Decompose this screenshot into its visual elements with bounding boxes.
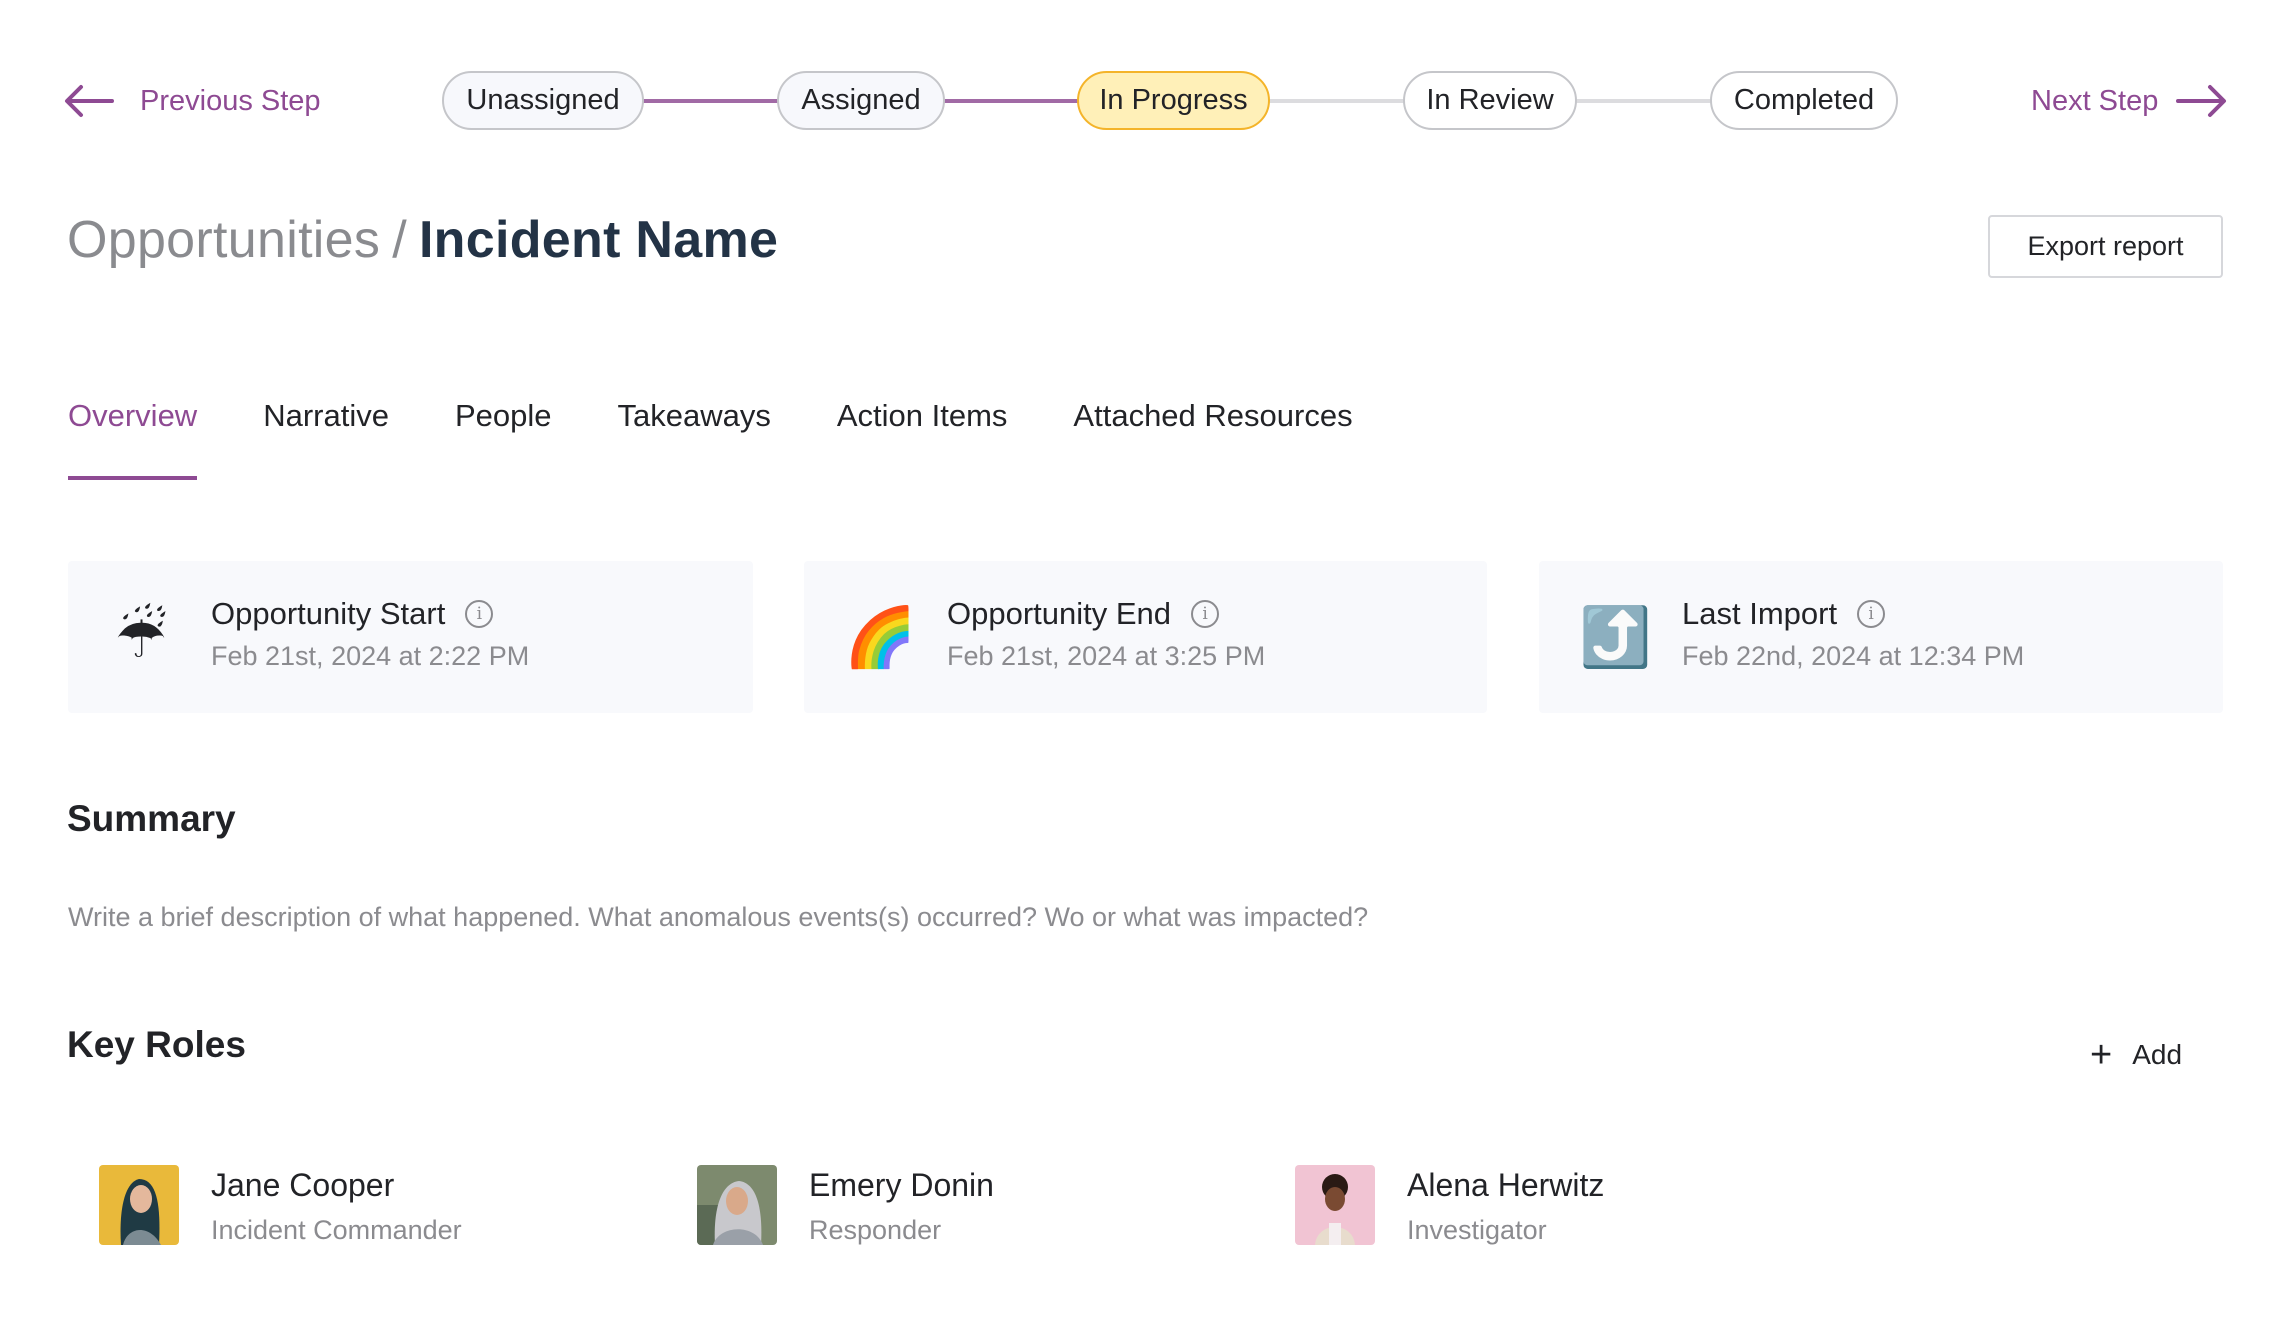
step-label: In Review — [1426, 84, 1554, 116]
person-alena-herwitz[interactable]: Alena Herwitz Investigator — [1295, 1165, 1715, 1245]
step-label: Completed — [1733, 84, 1875, 116]
summary-input[interactable]: Write a brief description of what happen… — [68, 902, 1368, 933]
person-name: Emery Donin — [809, 1167, 994, 1203]
step-connector-pending — [1268, 99, 1405, 103]
info-icon[interactable]: i — [465, 600, 494, 628]
plus-icon: + — [2090, 1034, 2113, 1076]
arrow-curve-up-icon: ⤴️ — [1579, 603, 1652, 671]
previous-step-label: Previous Step — [140, 84, 321, 117]
card-label: Opportunity End — [947, 596, 1172, 631]
step-in-review[interactable]: In Review — [1403, 71, 1577, 130]
step-connector-done — [943, 99, 1079, 103]
card-value: Feb 21st, 2024 at 2:22 PM — [211, 641, 530, 671]
next-step-label: Next Step — [2031, 84, 2159, 117]
person-name: Alena Herwitz — [1407, 1167, 1605, 1203]
info-icon[interactable]: i — [1191, 600, 1220, 628]
tab-people[interactable]: People — [455, 398, 552, 480]
card-value: Feb 22nd, 2024 at 12:34 PM — [1682, 641, 2025, 671]
person-name: Jane Cooper — [211, 1167, 395, 1203]
step-in-progress[interactable]: In Progress — [1077, 71, 1270, 130]
step-connector-done — [642, 99, 779, 103]
person-role: Responder — [809, 1215, 942, 1245]
person-role: Incident Commander — [211, 1215, 462, 1245]
person-role: Investigator — [1407, 1215, 1547, 1245]
person-jane-cooper[interactable]: Jane Cooper Incident Commander — [99, 1165, 519, 1245]
tab-narrative[interactable]: Narrative — [263, 398, 389, 480]
opportunity-start-card: ☔ Opportunity Start i Feb 21st, 2024 at 2… — [68, 561, 753, 713]
avatar-photo-icon — [1295, 1165, 1375, 1245]
opportunity-end-card: 🌈 Opportunity End i Feb 21st, 2024 at 3:2… — [804, 561, 1487, 713]
avatar-photo-icon — [697, 1165, 777, 1245]
page-title: Opportunities / Incident Name — [67, 210, 778, 270]
tab-takeaways[interactable]: Takeaways — [618, 398, 771, 480]
add-label: Add — [2132, 1039, 2183, 1070]
avatar — [697, 1165, 777, 1245]
arrow-right-icon — [2176, 85, 2227, 117]
card-value: Feb 21st, 2024 at 3:25 PM — [947, 641, 1266, 671]
step-label: Unassigned — [466, 84, 620, 116]
export-report-button[interactable]: Export report — [1988, 215, 2223, 278]
add-role-button[interactable]: + Add — [2090, 1035, 2182, 1075]
previous-step-link[interactable]: Previous Step — [64, 80, 321, 122]
rainbow-icon: 🌈 — [844, 603, 917, 671]
breadcrumb-parent-link[interactable]: Opportunities — [67, 211, 380, 269]
breadcrumb-separator: / — [392, 211, 407, 269]
step-connector-pending — [1575, 99, 1712, 103]
summary-heading: Summary — [67, 798, 236, 839]
card-label: Opportunity Start — [211, 596, 446, 631]
step-label: Assigned — [801, 84, 921, 116]
arrow-left-icon — [65, 85, 114, 117]
step-completed[interactable]: Completed — [1710, 71, 1898, 130]
tab-overview[interactable]: Overview — [68, 398, 198, 480]
step-assigned[interactable]: Assigned — [777, 71, 945, 130]
umbrella-rain-icon: ☔ — [115, 603, 167, 671]
avatar — [1295, 1165, 1375, 1245]
key-roles-heading: Key Roles — [67, 1024, 246, 1065]
next-step-link[interactable]: Next Step — [2031, 80, 2228, 122]
last-import-card: ⤴️ Last Import i Feb 22nd, 2024 at 12:34 … — [1539, 561, 2223, 713]
card-label: Last Import — [1682, 596, 1838, 631]
step-unassigned[interactable]: Unassigned — [442, 71, 644, 130]
tab-attached-resources[interactable]: Attached Resources — [1073, 398, 1352, 480]
person-emery-donin[interactable]: Emery Donin Responder — [697, 1165, 1117, 1245]
step-label: In Progress — [1099, 84, 1248, 116]
incident-name: Incident Name — [418, 211, 779, 269]
info-icon[interactable]: i — [1857, 600, 1886, 628]
avatar — [99, 1165, 179, 1245]
avatar-photo-icon — [99, 1165, 179, 1245]
tab-bar: Overview Narrative People Takeaways Acti… — [68, 398, 1419, 480]
tab-action-items[interactable]: Action Items — [837, 398, 1008, 480]
